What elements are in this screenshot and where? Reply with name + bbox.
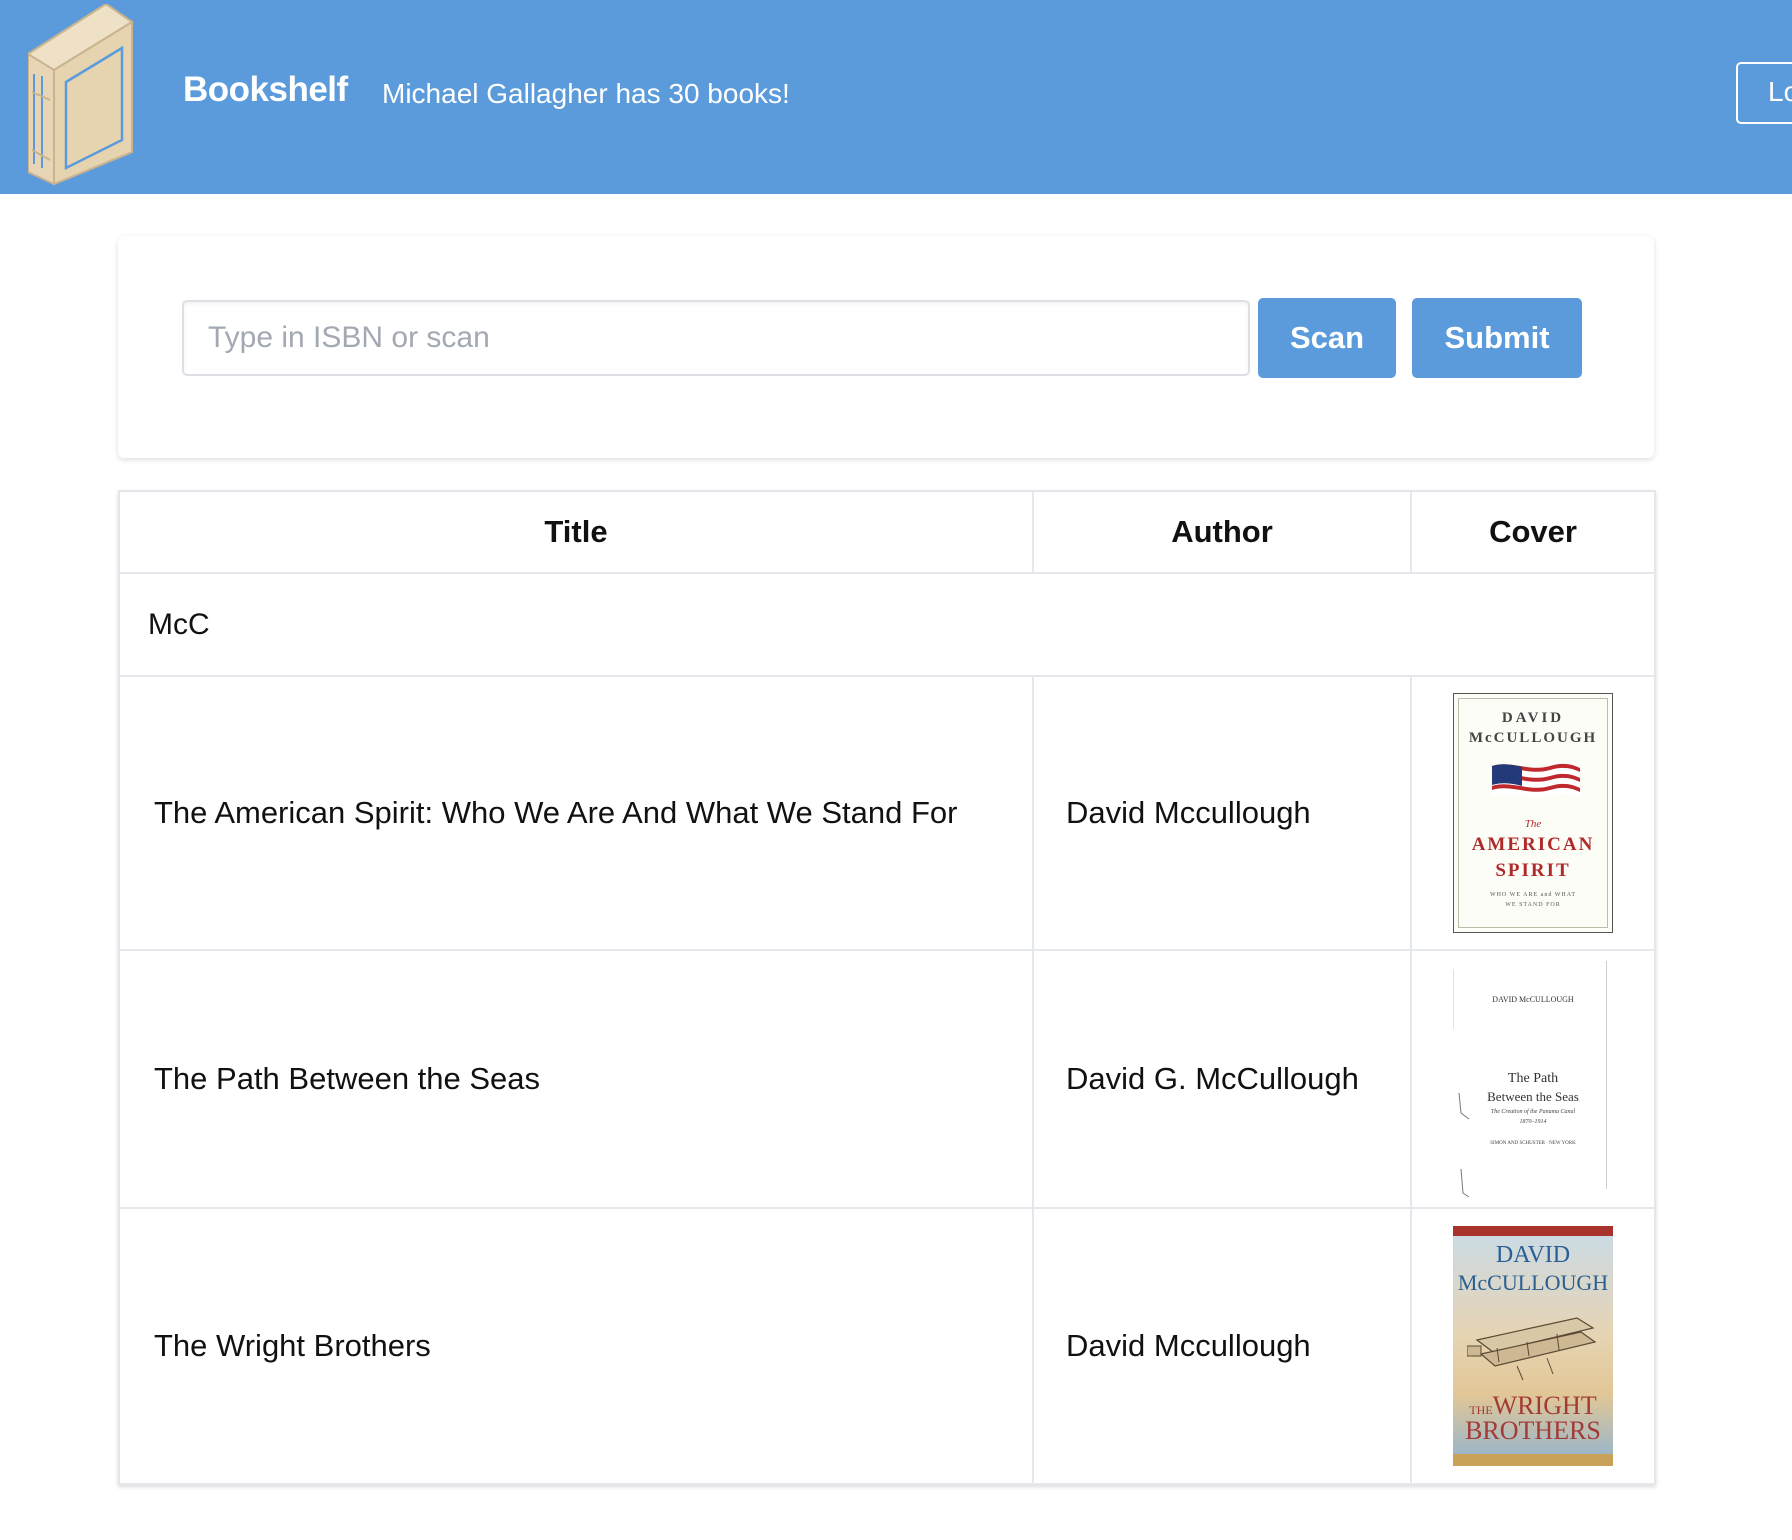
airplane-icon [1467,1317,1597,1381]
book-cover-image: DAVID McCULLOUGH The Path Between the Se… [1453,959,1613,1199]
table-row: The Wright Brothers David Mccullough DAV… [118,1207,1656,1485]
column-header-author: Author [1032,490,1412,574]
cover-author-line1: DAVID [1495,1242,1571,1268]
cover-author-line: DAVID McCULLOUGH [1492,995,1574,1004]
group-row: McC [118,572,1656,677]
book-cover-image: DAVID McCULLOUGH The AMERICAN SPIRIT WHO… [1453,693,1613,933]
cover-title-the: THE [1469,1403,1493,1417]
cover-title-line2: Between the Seas [1487,1089,1579,1104]
book-cover-cell: DAVID McCULLOUGH THEWRIGHT BROTHERS [1410,1207,1656,1485]
cover-author-line1: DAVID [1501,710,1565,726]
book-title: The Wright Brothers [118,1207,1034,1485]
column-header-title: Title [118,490,1034,574]
cover-subtitle: The Creation of the Panama Canal [1490,1109,1576,1115]
book-title: The American Spirit: Who We Are And What… [118,675,1034,951]
table-header-row: Title Author Cover [118,490,1656,574]
column-header-cover: Cover [1410,490,1656,574]
cover-title-line2: BROTHERS [1465,1416,1601,1445]
books-table: Title Author Cover McC The American Spir… [118,490,1656,1485]
table-row: The American Spirit: Who We Are And What… [118,675,1656,951]
book-author: David Mccullough [1032,675,1412,951]
cover-subtitle: WHO WE ARE and WHAT WE STAND FOR [1489,892,1577,908]
cover-years: 1870–1914 [1519,1119,1547,1125]
book-title: The Path Between the Seas [118,949,1034,1209]
book-cover-cell: DAVID McCULLOUGH The AMERICAN SPIRIT WHO… [1410,675,1656,951]
book-author: David Mccullough [1032,1207,1412,1485]
cover-publisher: SIMON AND SCHUSTER · NEW YORK [1490,1141,1576,1146]
cover-title-the: The [1524,818,1542,830]
cover-author-line2: McCULLOUGH [1457,1270,1609,1295]
book-author: David G. McCullough [1032,949,1412,1209]
scan-button[interactable]: Scan [1258,298,1396,378]
book-cover-cell: DAVID McCULLOUGH The Path Between the Se… [1410,949,1656,1209]
user-book-count: Michael Gallagher has 30 books! [382,78,790,109]
book-icon [26,2,136,186]
cover-author-line2: McCULLOUGH [1468,730,1598,746]
book-cover-image: DAVID McCULLOUGH THEWRIGHT BROTHERS [1453,1226,1613,1466]
group-label: McC [118,572,1656,677]
isbn-input[interactable] [182,300,1250,376]
cover-title-line1: AMERICAN [1471,834,1595,855]
submit-button[interactable]: Submit [1412,298,1582,378]
brand-title[interactable]: Bookshelf [183,70,348,110]
flag-icon [1492,763,1580,798]
cover-title-line1: The Path [1507,1071,1559,1086]
cover-title-line2: SPIRIT [1495,860,1571,881]
logout-button[interactable]: Lo [1736,62,1792,124]
isbn-search-card: Scan Submit [118,236,1654,458]
navbar: Bookshelf Michael Gallagher has 30 books… [0,0,1792,194]
table-row: The Path Between the Seas David G. McCul… [118,949,1656,1209]
